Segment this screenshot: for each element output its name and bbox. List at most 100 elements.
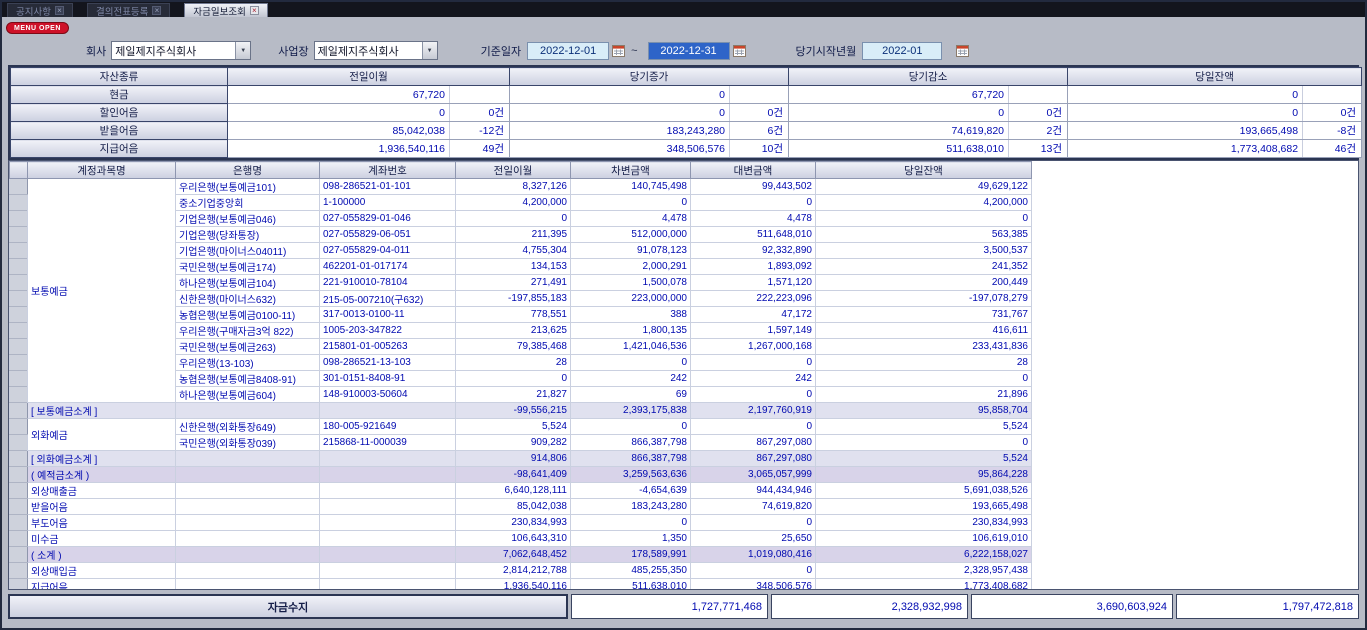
summary-amount-cell[interactable]: 1,936,540,116	[228, 140, 450, 158]
detail-row[interactable]: ( 예적금소계 )-98,641,4093,259,563,6363,065,0…	[10, 467, 1032, 483]
row-selector[interactable]	[10, 547, 28, 563]
prev-balance-cell[interactable]: 0	[456, 211, 571, 227]
account-label-cell[interactable]: 미수금	[28, 531, 176, 547]
prev-balance-cell[interactable]: -99,556,215	[456, 403, 571, 419]
prev-balance-cell[interactable]: 106,643,310	[456, 531, 571, 547]
prev-balance-cell[interactable]: 21,827	[456, 387, 571, 403]
row-selector[interactable]	[10, 355, 28, 371]
row-selector[interactable]	[10, 515, 28, 531]
credit-amount-cell[interactable]: 1,571,120	[691, 275, 816, 291]
detail-row[interactable]: 외화예금신한은행(외화통장649)180-005-9216495,524005,…	[10, 419, 1032, 435]
summary-count-cell[interactable]: 0건	[1303, 104, 1362, 122]
prev-balance-cell[interactable]: 1,936,540,116	[456, 579, 571, 591]
credit-amount-cell[interactable]: 0	[691, 387, 816, 403]
debit-amount-cell[interactable]: 178,589,991	[571, 547, 691, 563]
prev-balance-cell[interactable]: 4,200,000	[456, 195, 571, 211]
row-selector[interactable]	[10, 259, 28, 275]
debit-amount-cell[interactable]: 1,421,046,536	[571, 339, 691, 355]
credit-amount-cell[interactable]: 222,223,096	[691, 291, 816, 307]
daily-balance-cell[interactable]: 4,200,000	[816, 195, 1032, 211]
row-selector[interactable]	[10, 499, 28, 515]
bank-name-cell[interactable]	[176, 531, 320, 547]
account-number-cell[interactable]: 098-286521-01-101	[320, 179, 456, 195]
row-selector[interactable]	[10, 435, 28, 451]
prev-balance-cell[interactable]: 7,062,648,452	[456, 547, 571, 563]
credit-amount-cell[interactable]: 0	[691, 515, 816, 531]
account-number-cell[interactable]	[320, 451, 456, 467]
daily-balance-cell[interactable]: 5,524	[816, 419, 1032, 435]
detail-row[interactable]: 외상매입금2,814,212,788485,255,35002,328,957,…	[10, 563, 1032, 579]
debit-amount-cell[interactable]: 69	[571, 387, 691, 403]
bank-name-cell[interactable]: 국민은행(보통예금263)	[176, 339, 320, 355]
credit-amount-cell[interactable]: 511,648,010	[691, 227, 816, 243]
summary-count-cell[interactable]: -12건	[450, 122, 510, 140]
daily-balance-cell[interactable]: 416,611	[816, 323, 1032, 339]
summary-count-cell[interactable]: 46건	[1303, 140, 1362, 158]
bank-name-cell[interactable]	[176, 483, 320, 499]
summary-count-cell[interactable]: 10건	[730, 140, 789, 158]
account-number-cell[interactable]	[320, 579, 456, 591]
account-number-cell[interactable]	[320, 563, 456, 579]
debit-amount-cell[interactable]: 2,393,175,838	[571, 403, 691, 419]
bank-name-cell[interactable]	[176, 499, 320, 515]
debit-amount-cell[interactable]: 3,259,563,636	[571, 467, 691, 483]
detail-row[interactable]: 지급어음1,936,540,116511,638,010348,506,5761…	[10, 579, 1032, 591]
account-label-cell[interactable]: 외상매출금	[28, 483, 176, 499]
bank-name-cell[interactable]	[176, 403, 320, 419]
detail-row[interactable]: 부도어음230,834,99300230,834,993	[10, 515, 1032, 531]
account-number-cell[interactable]: 1-100000	[320, 195, 456, 211]
tab-voucher-entry[interactable]: 결의전표등록 ×	[87, 3, 170, 17]
summary-count-cell[interactable]	[730, 86, 789, 104]
account-number-cell[interactable]: 027-055829-06-051	[320, 227, 456, 243]
account-number-cell[interactable]	[320, 467, 456, 483]
row-selector[interactable]	[10, 467, 28, 483]
row-selector[interactable]	[10, 339, 28, 355]
credit-amount-cell[interactable]: 47,172	[691, 307, 816, 323]
bank-name-cell[interactable]: 국민은행(외화통장039)	[176, 435, 320, 451]
summary-amount-cell[interactable]: 0	[510, 104, 730, 122]
debit-amount-cell[interactable]: 140,745,498	[571, 179, 691, 195]
debit-amount-cell[interactable]: 511,638,010	[571, 579, 691, 591]
account-number-cell[interactable]	[320, 499, 456, 515]
credit-amount-cell[interactable]: 0	[691, 419, 816, 435]
account-label-cell[interactable]: 받을어음	[28, 499, 176, 515]
detail-row[interactable]: [ 보통예금소계 ]-99,556,2152,393,175,8382,197,…	[10, 403, 1032, 419]
summary-count-cell[interactable]: 2건	[1009, 122, 1068, 140]
calendar-icon[interactable]	[956, 44, 969, 57]
summary-count-cell[interactable]	[1303, 86, 1362, 104]
account-number-cell[interactable]: 462201-01-017174	[320, 259, 456, 275]
chevron-down-icon[interactable]: ▼	[422, 42, 437, 59]
daily-balance-cell[interactable]: 230,834,993	[816, 515, 1032, 531]
daily-balance-cell[interactable]: 0	[816, 371, 1032, 387]
detail-row[interactable]: 미수금106,643,3101,35025,650106,619,010	[10, 531, 1032, 547]
prev-balance-cell[interactable]: 778,551	[456, 307, 571, 323]
daily-balance-cell[interactable]: 3,500,537	[816, 243, 1032, 259]
bank-name-cell[interactable]	[176, 515, 320, 531]
detail-row[interactable]: 외상매출금6,640,128,111-4,654,639944,434,9465…	[10, 483, 1032, 499]
prev-balance-cell[interactable]: 0	[456, 371, 571, 387]
row-selector[interactable]	[10, 211, 28, 227]
debit-amount-cell[interactable]: 1,800,135	[571, 323, 691, 339]
prev-balance-cell[interactable]: 2,814,212,788	[456, 563, 571, 579]
row-selector[interactable]	[10, 387, 28, 403]
debit-amount-cell[interactable]: 485,255,350	[571, 563, 691, 579]
prev-balance-cell[interactable]: 211,395	[456, 227, 571, 243]
debit-amount-cell[interactable]: 1,350	[571, 531, 691, 547]
summary-count-cell[interactable]: 0건	[1009, 104, 1068, 122]
credit-amount-cell[interactable]: 1,597,149	[691, 323, 816, 339]
account-label-cell[interactable]: ( 예적금소계 )	[28, 467, 176, 483]
calendar-icon[interactable]	[733, 44, 746, 57]
summary-count-cell[interactable]: -8건	[1303, 122, 1362, 140]
daily-balance-cell[interactable]: 5,524	[816, 451, 1032, 467]
bank-name-cell[interactable]	[176, 467, 320, 483]
account-label-cell[interactable]: [ 외화예금소계 ]	[28, 451, 176, 467]
row-selector[interactable]	[10, 563, 28, 579]
debit-amount-cell[interactable]: 866,387,798	[571, 435, 691, 451]
daily-balance-cell[interactable]: 49,629,122	[816, 179, 1032, 195]
summary-count-cell[interactable]: 49건	[450, 140, 510, 158]
daily-balance-cell[interactable]: 95,864,228	[816, 467, 1032, 483]
chevron-down-icon[interactable]: ▼	[235, 42, 250, 59]
debit-amount-cell[interactable]: 2,000,291	[571, 259, 691, 275]
menu-open-button[interactable]: MENU OPEN	[6, 22, 69, 34]
credit-amount-cell[interactable]: 2,197,760,919	[691, 403, 816, 419]
